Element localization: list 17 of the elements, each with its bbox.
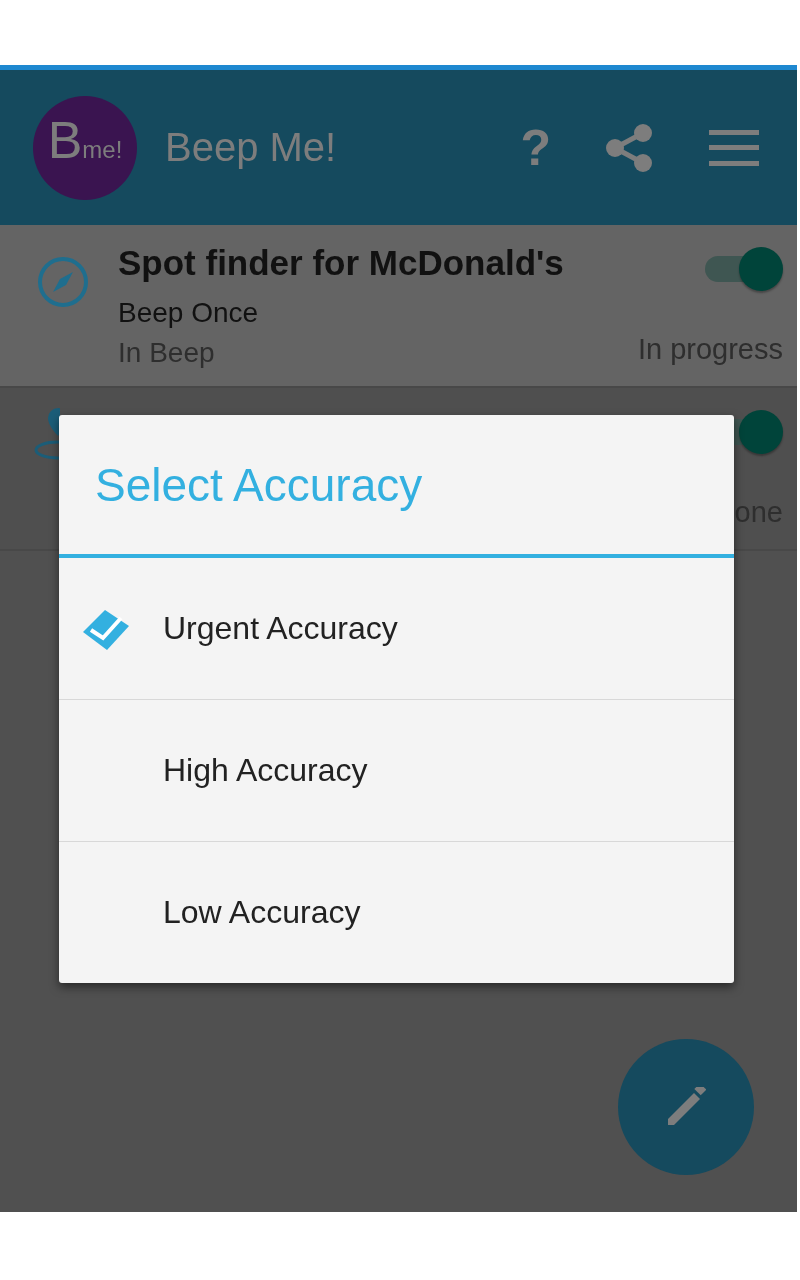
task-mode: Beep Once — [118, 297, 260, 329]
app-title: Beep Me! — [165, 125, 338, 170]
dialog-title: Select Accuracy — [59, 415, 734, 558]
pencil-icon — [666, 1087, 706, 1127]
accuracy-option[interactable]: High Accuracy — [59, 699, 734, 841]
accuracy-option[interactable]: Urgent Accuracy — [59, 558, 734, 699]
option-label: High Accuracy — [163, 752, 368, 789]
menu-icon[interactable] — [709, 129, 759, 166]
toggle-switch[interactable] — [705, 247, 783, 293]
task-title: Spot finder for McDonald's — [118, 243, 565, 283]
share-icon[interactable] — [603, 121, 655, 174]
option-label: Low Accuracy — [163, 894, 361, 931]
app-logo: Bme! — [33, 95, 137, 200]
accuracy-option[interactable]: Low Accuracy — [59, 841, 734, 983]
option-label: Urgent Accuracy — [163, 610, 398, 647]
compass-icon — [36, 255, 90, 309]
location-pin-icon — [34, 406, 60, 462]
